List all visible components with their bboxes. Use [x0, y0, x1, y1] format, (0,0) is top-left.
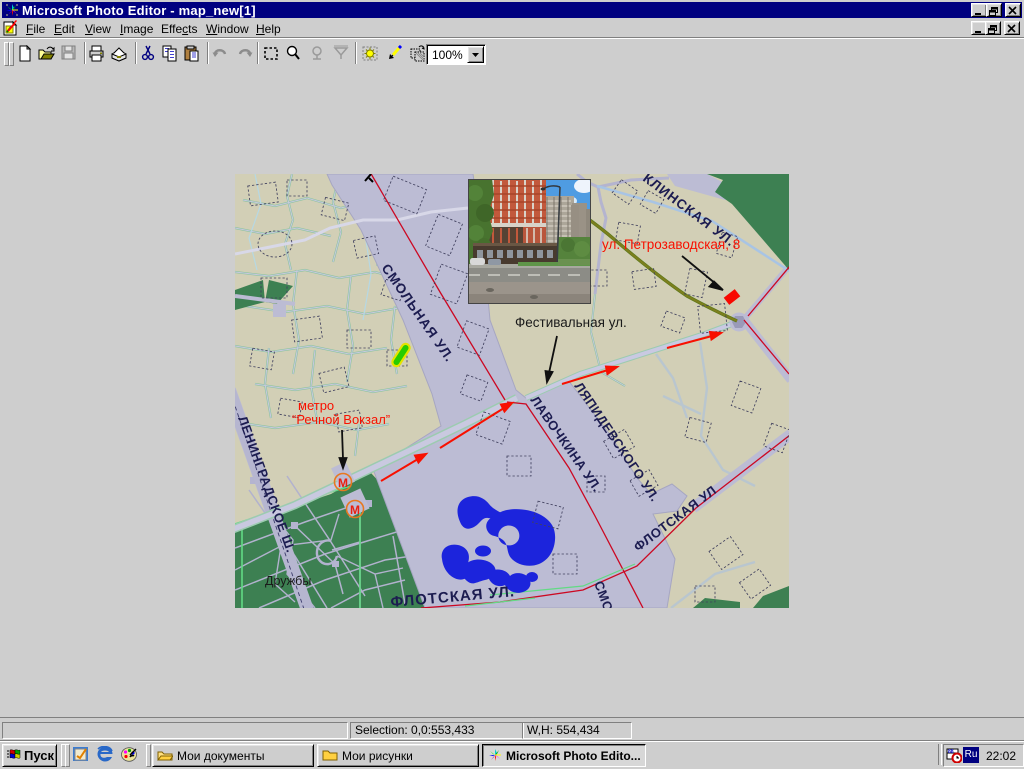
svg-text:Фестивальная ул.: Фестивальная ул.	[515, 315, 627, 330]
svg-text:88: 88	[948, 749, 954, 755]
svg-text:М: М	[350, 503, 360, 517]
svg-text:“Речной Вокзал”: “Речной Вокзал”	[292, 412, 390, 427]
svg-text:М: М	[338, 476, 348, 490]
svg-text:Дружбы: Дружбы	[265, 574, 311, 588]
svg-text:метро: метро	[298, 398, 334, 413]
svg-text:ул. Петрозаводская, 8: ул. Петрозаводская, 8	[602, 237, 740, 252]
